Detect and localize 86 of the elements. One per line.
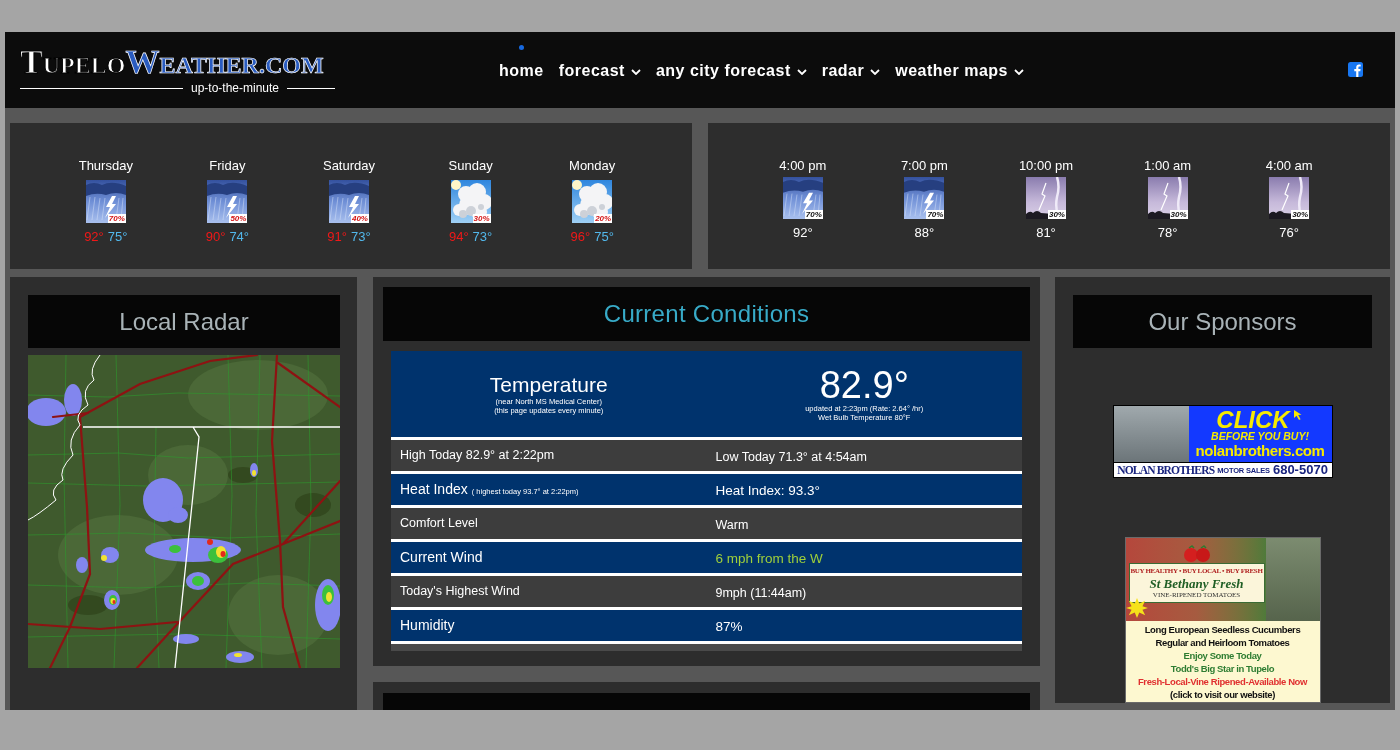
ad-text: (click to visit our website) (1170, 687, 1275, 701)
high-temp: 96° (570, 229, 591, 245)
cloud-icon (450, 180, 491, 223)
hour-time: 4:00 pm (779, 158, 827, 174)
thunderstorm-icon (782, 177, 823, 219)
condition-label: Comfort Level (400, 515, 478, 533)
nav-link[interactable]: weather maps (895, 61, 1024, 81)
condition-label: High Today 82.9° at 2:22pm (400, 447, 555, 465)
condition-value: 87% (715, 618, 743, 634)
precip-chance: 70% (926, 210, 945, 219)
day-name: Sunday (448, 158, 493, 174)
condition-label: Today's Highest Wind (400, 583, 520, 601)
ad-text: Regular and Heirloom Tomatoes (1155, 635, 1290, 649)
thunderstorm-icon (207, 180, 248, 223)
condition-value: 9mph (11:44am) (715, 585, 807, 600)
thunderstorm-icon (329, 180, 369, 223)
nav-link[interactable]: any city forecast (655, 61, 807, 81)
ad-business-name: St Bethany Fresh (1149, 575, 1244, 591)
ad-business-name: NOLAN BROTHERS (1117, 463, 1215, 477)
panel-title: Current Conditions (383, 287, 1030, 341)
cloud-icon (572, 180, 613, 223)
hour-time: 7:00 pm (900, 158, 948, 174)
condition-label: Current Wind (400, 548, 483, 567)
precip-chance: 30% (1169, 210, 1188, 219)
low-temp: 73° (472, 229, 493, 245)
hour-temp: 78° (1157, 225, 1178, 241)
nav-link[interactable]: forecast (558, 61, 641, 81)
hour-time: 1:00 am (1144, 158, 1192, 174)
ad-headline: CLICK (1216, 409, 1290, 430)
high-temp: 90° (205, 229, 226, 245)
high-temp: 94° (448, 229, 469, 245)
sponsor-ad[interactable] (1124, 537, 1321, 703)
lightning-icon (1147, 177, 1188, 219)
ad-text: Enjoy Some Today (1183, 648, 1262, 662)
high-temp: 91° (327, 229, 347, 245)
precip-chance: 40% (350, 214, 369, 223)
condition-value: Low Today 71.3° at 4:54am (715, 449, 867, 464)
day-name: Saturday (322, 158, 375, 174)
precip-chance: 30% (1291, 210, 1310, 219)
precip-chance: 30% (472, 214, 491, 223)
cursor-arrow-icon (1291, 409, 1304, 421)
ad-phone: 680-5070 (1272, 463, 1328, 477)
hour-temp: 76° (1279, 225, 1299, 241)
condition-value: Heat Index: 93.3° (715, 482, 820, 498)
low-temp: 75° (107, 229, 128, 245)
low-temp: 74° (229, 229, 250, 245)
ad-website: nolanbrothers.com (1195, 442, 1325, 459)
hour-time: 10:00 pm (1018, 158, 1074, 174)
panel-title: Our Sponsors (1073, 295, 1372, 348)
temperature-label: Temperature (489, 373, 608, 397)
precip-chance: 30% (1047, 210, 1066, 219)
precip-chance: 20% (594, 214, 613, 223)
thunderstorm-icon (85, 180, 126, 223)
precip-chance: 70% (107, 214, 126, 223)
condition-label: Heat Index (400, 480, 468, 499)
ad-text: Fresh-Local-Vine Ripened-Available Now (1137, 674, 1307, 688)
starburst-icon (1125, 598, 1148, 618)
high-temp: 92° (84, 229, 104, 245)
site-logo[interactable]: TUPELOWEATHER.COM (20, 45, 335, 79)
precip-chance: 50% (229, 214, 248, 223)
precip-chance: 70% (804, 210, 823, 219)
condition-label: Humidity (400, 616, 455, 635)
hour-temp: 92° (792, 225, 813, 241)
temperature-value: 82.9° (819, 366, 909, 404)
day-name: Friday (209, 158, 246, 174)
hour-temp: 88° (914, 225, 935, 241)
hour-temp: 81° (1036, 225, 1056, 241)
day-name: Monday (569, 158, 616, 174)
logo-tagline: up-to-the-minute (189, 82, 280, 95)
tomato-icon (1182, 545, 1211, 562)
ad-text: Todd's Big Star in Tupelo (1170, 661, 1275, 675)
lightning-icon (1026, 177, 1066, 219)
day-name: Thursday (78, 158, 133, 174)
hour-time: 4:00 am (1265, 158, 1313, 174)
condition-value: Warm (715, 517, 749, 532)
lightning-icon (1269, 177, 1310, 219)
condition-value: 6 mph from the W (715, 550, 823, 566)
ad-tagline: BEFORE YOU BUY! (1211, 430, 1309, 442)
thunderstorm-icon (904, 177, 945, 219)
panel-title: Local Radar (28, 295, 340, 348)
nav-link[interactable]: home (499, 61, 544, 81)
nav-link[interactable]: radar (821, 61, 881, 81)
low-temp: 73° (351, 229, 371, 245)
facebook-icon[interactable] (1348, 62, 1363, 77)
ad-text: Long European Seedless Cucumbers (1144, 622, 1301, 636)
low-temp: 75° (594, 229, 614, 245)
